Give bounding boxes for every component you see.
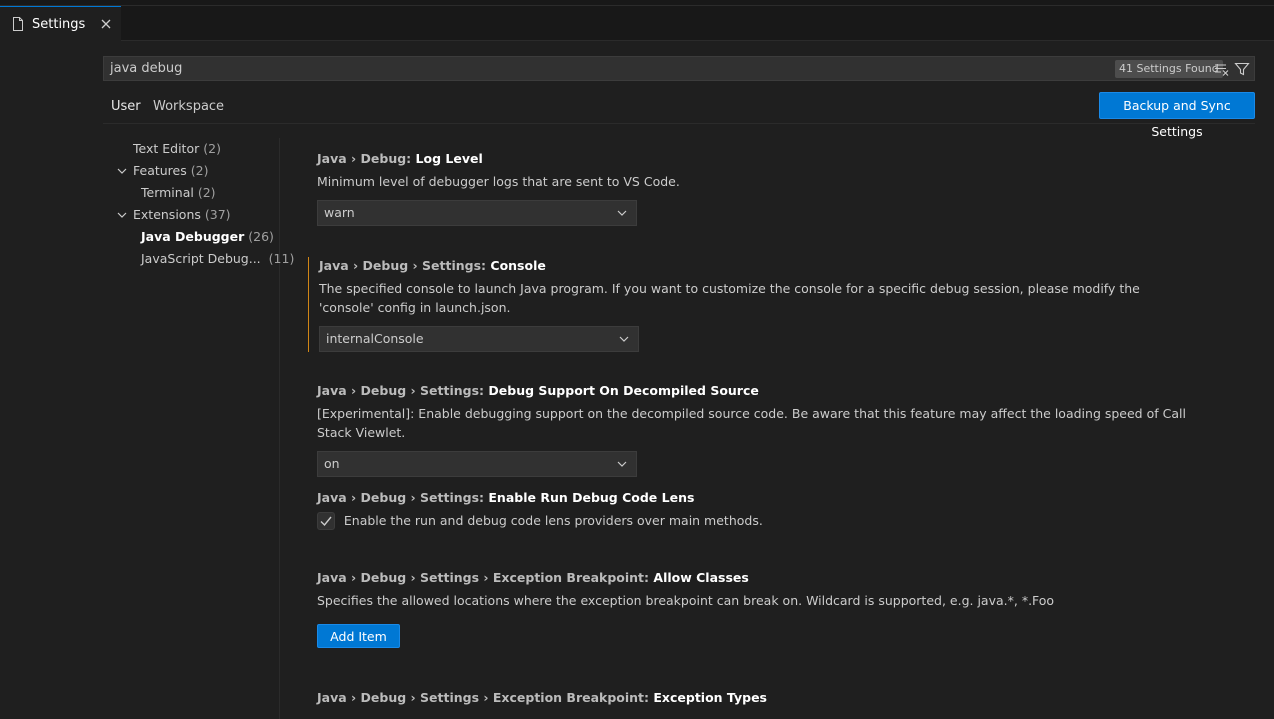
search-value[interactable]: java debug	[110, 61, 182, 76]
chevron-down-icon[interactable]	[116, 209, 128, 221]
clear-filter-icon[interactable]	[1214, 61, 1230, 77]
setting-enable-code-lens: Java › Debug › Settings: Enable Run Debu…	[307, 489, 1207, 530]
tab-user[interactable]: User	[103, 95, 149, 124]
code-lens-checkbox[interactable]	[317, 511, 335, 530]
setting-title: Java › Debug › Settings: Enable Run Debu…	[317, 490, 695, 505]
toc-item-text-editor[interactable]: Text Editor (2)	[133, 139, 221, 159]
setting-debug-support-decompiled: Java › Debug › Settings: Debug Support O…	[307, 382, 1207, 477]
setting-title: Java › Debug: Log Level	[317, 151, 483, 166]
decompiled-source-select[interactable]: on	[317, 451, 637, 477]
settings-toc: Text Editor (2) Features (2) Terminal (2…	[103, 138, 294, 719]
tab-workspace[interactable]: Workspace	[145, 95, 232, 124]
toc-item-extensions[interactable]: Extensions (37)	[117, 205, 231, 225]
setting-description: The specified console to launch Java pro…	[319, 281, 1140, 315]
results-count-badge: 41 Settings Found	[1115, 60, 1223, 78]
setting-title: Java › Debug › Settings: Debug Support O…	[317, 383, 759, 398]
backup-sync-button[interactable]: Backup and Sync Settings	[1099, 92, 1255, 139]
toc-item-terminal[interactable]: Terminal (2)	[141, 183, 216, 203]
toc-item-javascript-debugger[interactable]: JavaScript Debug... (11)	[141, 249, 294, 269]
check-icon	[320, 516, 332, 526]
toc-item-features[interactable]: Features (2)	[117, 161, 208, 181]
tab-settings[interactable]: Settings	[0, 6, 121, 41]
file-icon	[13, 17, 23, 31]
tab-label: Settings	[32, 16, 86, 32]
setting-title: Java › Debug › Settings: Console	[319, 258, 546, 273]
setting-description: Enable the run and debug code lens provi…	[343, 513, 763, 528]
setting-log-level: Java › Debug: Log Level Minimum level of…	[307, 150, 1207, 226]
setting-description: [Experimental]: Enable debugging support…	[317, 406, 1186, 440]
scope-divider	[103, 123, 1255, 124]
console-select[interactable]: internalConsole	[319, 326, 639, 352]
chevron-down-icon	[617, 461, 627, 467]
setting-title: Java › Debug › Settings › Exception Brea…	[317, 690, 767, 705]
close-icon[interactable]	[98, 16, 114, 32]
editor-tab-bar: Settings	[0, 0, 1274, 41]
settings-list: Java › Debug: Log Level Minimum level of…	[307, 140, 1267, 719]
chevron-down-icon	[617, 210, 627, 216]
title-strip	[0, 0, 1274, 6]
setting-description: Specifies the allowed locations where th…	[317, 593, 1055, 608]
search-input[interactable]: java debug 41 Settings Found	[103, 56, 1255, 81]
add-item-button[interactable]: Add Item	[317, 624, 400, 648]
toc-item-java-debugger[interactable]: Java Debugger (26)	[141, 227, 274, 247]
setting-exception-types: Java › Debug › Settings › Exception Brea…	[307, 689, 1207, 707]
setting-allow-classes: Java › Debug › Settings › Exception Brea…	[307, 569, 1207, 648]
filter-icon[interactable]	[1234, 61, 1250, 77]
log-level-select[interactable]: warn	[317, 200, 637, 226]
setting-description: Minimum level of debugger logs that are …	[317, 174, 680, 189]
chevron-down-icon	[619, 336, 629, 342]
chevron-down-icon[interactable]	[116, 165, 128, 177]
setting-title: Java › Debug › Settings › Exception Brea…	[317, 570, 749, 585]
setting-console: Java › Debug › Settings: Console The spe…	[308, 257, 1208, 352]
checkbox-row: Enable the run and debug code lens provi…	[317, 511, 1207, 530]
